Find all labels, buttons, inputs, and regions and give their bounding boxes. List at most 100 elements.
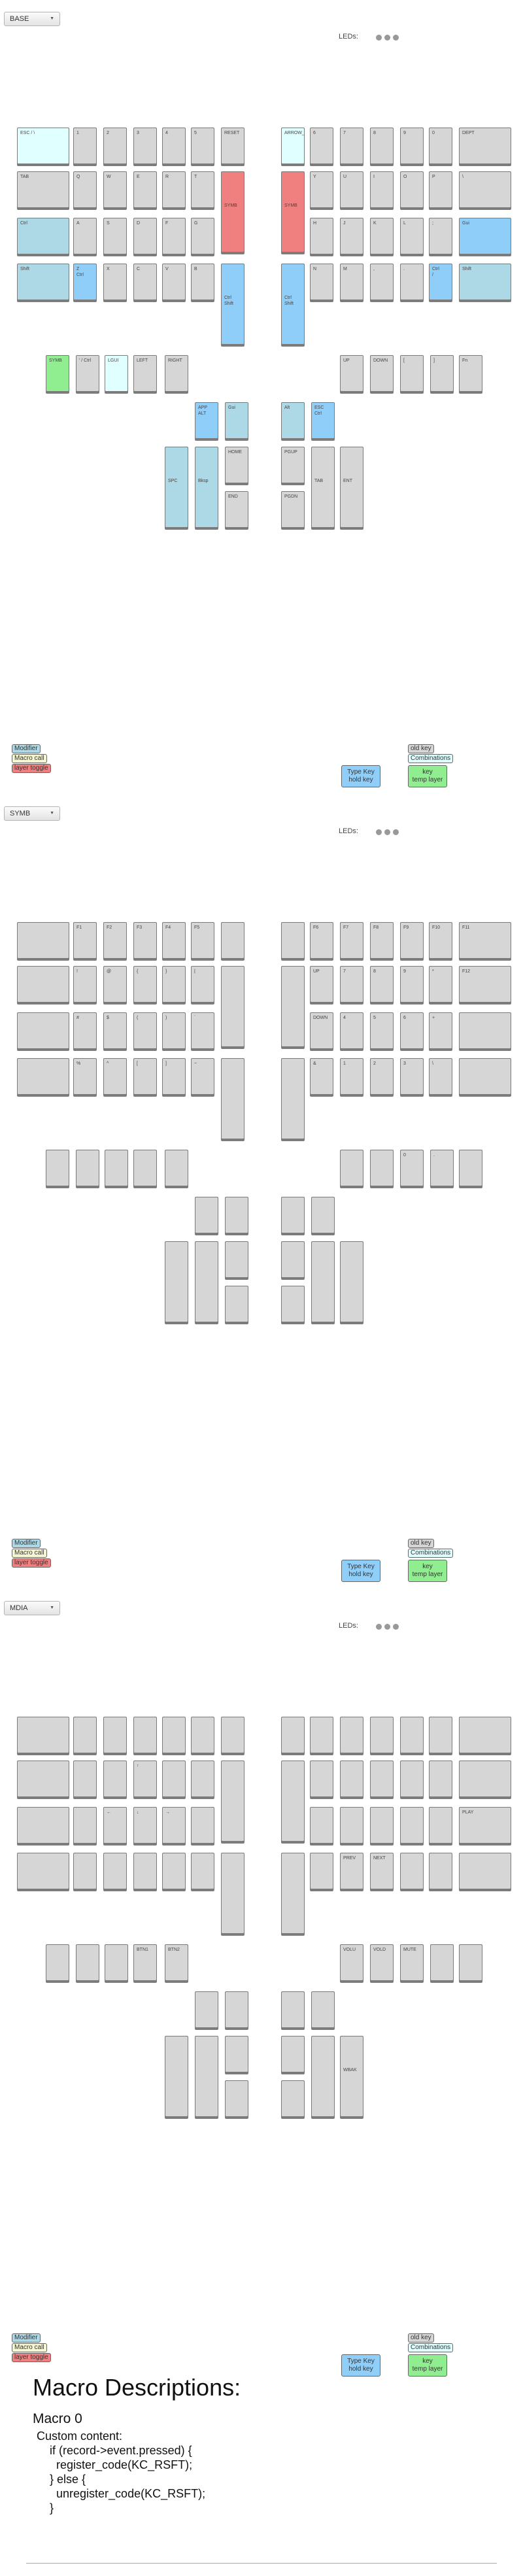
key[interactable]: [281, 1760, 305, 1842]
key[interactable]: 9: [400, 128, 424, 164]
key[interactable]: [191, 1760, 214, 1797]
key[interactable]: [73, 1807, 97, 1844]
key[interactable]: [103, 1760, 127, 1797]
thumb-key[interactable]: [340, 1241, 363, 1322]
key[interactable]: [46, 1150, 69, 1186]
key[interactable]: F12: [459, 966, 511, 1003]
key[interactable]: U: [340, 171, 363, 208]
thumb-key[interactable]: [281, 1241, 305, 1278]
key[interactable]: [400, 1853, 424, 1889]
key[interactable]: Y: [310, 171, 333, 208]
key[interactable]: [429, 1760, 452, 1797]
key[interactable]: F1: [73, 922, 97, 959]
key[interactable]: Fn: [459, 355, 482, 392]
key[interactable]: O: [400, 171, 424, 208]
key[interactable]: X: [103, 264, 127, 300]
key[interactable]: NEXT: [370, 1853, 394, 1889]
key[interactable]: S: [103, 218, 127, 254]
key[interactable]: \: [459, 171, 511, 208]
key[interactable]: [459, 1150, 482, 1186]
key[interactable]: UP: [340, 355, 363, 392]
thumb-key[interactable]: [311, 1991, 335, 2028]
key[interactable]: [281, 922, 305, 959]
key[interactable]: [133, 1717, 157, 1753]
thumb-key[interactable]: [225, 1197, 248, 1233]
key[interactable]: [221, 922, 245, 959]
key[interactable]: [340, 1807, 363, 1844]
key[interactable]: [162, 1853, 186, 1889]
thumb-key[interactable]: [225, 1286, 248, 1322]
key[interactable]: K: [370, 218, 394, 254]
key[interactable]: C: [133, 264, 157, 300]
key[interactable]: W: [103, 171, 127, 208]
key[interactable]: [73, 1760, 97, 1797]
key[interactable]: [281, 1853, 305, 1934]
key[interactable]: P: [429, 171, 452, 208]
key[interactable]: 0: [400, 1150, 424, 1186]
key[interactable]: 1: [73, 128, 97, 164]
key[interactable]: [165, 1150, 188, 1186]
key[interactable]: F: [162, 218, 186, 254]
key[interactable]: 8: [370, 128, 394, 164]
key[interactable]: B: [191, 264, 214, 300]
key[interactable]: [105, 1944, 128, 1981]
thumb-key[interactable]: [281, 1991, 305, 2028]
key[interactable]: ]: [162, 1058, 186, 1095]
key[interactable]: [340, 1717, 363, 1753]
key[interactable]: [370, 1760, 394, 1797]
key[interactable]: ←: [103, 1807, 127, 1844]
key[interactable]: .: [400, 264, 424, 300]
key[interactable]: ;: [429, 218, 452, 254]
key[interactable]: [429, 1853, 452, 1889]
key[interactable]: DEPT: [459, 128, 511, 164]
key[interactable]: [340, 1760, 363, 1797]
key[interactable]: MUTE: [400, 1944, 424, 1981]
key[interactable]: [133, 1150, 157, 1186]
key[interactable]: [17, 1012, 69, 1049]
key[interactable]: [400, 1760, 424, 1797]
key[interactable]: BTN2: [165, 1944, 188, 1981]
key[interactable]: 7: [340, 966, 363, 1003]
thumb-key[interactable]: [311, 1197, 335, 1233]
key[interactable]: Q: [73, 171, 97, 208]
key[interactable]: [459, 1012, 511, 1049]
key[interactable]: J: [340, 218, 363, 254]
key[interactable]: F11: [459, 922, 511, 959]
key[interactable]: 5: [370, 1012, 394, 1049]
thumb-key[interactable]: [281, 1197, 305, 1233]
key[interactable]: [310, 1853, 333, 1889]
key[interactable]: Gui: [459, 218, 511, 254]
key[interactable]: [73, 1853, 97, 1889]
key[interactable]: N: [310, 264, 333, 300]
key[interactable]: [459, 1944, 482, 1981]
key[interactable]: TAB: [17, 171, 69, 208]
key[interactable]: 5: [191, 128, 214, 164]
key[interactable]: 3: [400, 1058, 424, 1095]
key[interactable]: [429, 1807, 452, 1844]
key[interactable]: [: [133, 1058, 157, 1095]
key[interactable]: RIGHT: [165, 355, 188, 392]
thumb-key[interactable]: PGDN: [281, 491, 305, 528]
key[interactable]: [310, 1717, 333, 1753]
key[interactable]: [46, 1944, 69, 1981]
key[interactable]: →: [162, 1807, 186, 1844]
key[interactable]: 2: [103, 128, 127, 164]
key[interactable]: [17, 1807, 69, 1844]
thumb-key[interactable]: ENT: [340, 447, 363, 528]
key[interactable]: LEFT: [133, 355, 157, 392]
key[interactable]: [103, 1853, 127, 1889]
key[interactable]: VOLD: [370, 1944, 394, 1981]
key[interactable]: [370, 1717, 394, 1753]
key[interactable]: {: [133, 966, 157, 1003]
thumb-key[interactable]: [225, 1991, 248, 2028]
key[interactable]: ↑: [133, 1760, 157, 1797]
thumb-key[interactable]: [195, 1241, 218, 1322]
key[interactable]: [370, 1807, 394, 1844]
key[interactable]: [221, 1717, 245, 1753]
key[interactable]: ^: [103, 1058, 127, 1095]
key[interactable]: G: [191, 218, 214, 254]
key[interactable]: 4: [162, 128, 186, 164]
thumb-key[interactable]: HOME: [225, 447, 248, 483]
key[interactable]: [221, 966, 245, 1047]
key[interactable]: SYMB: [46, 355, 69, 392]
